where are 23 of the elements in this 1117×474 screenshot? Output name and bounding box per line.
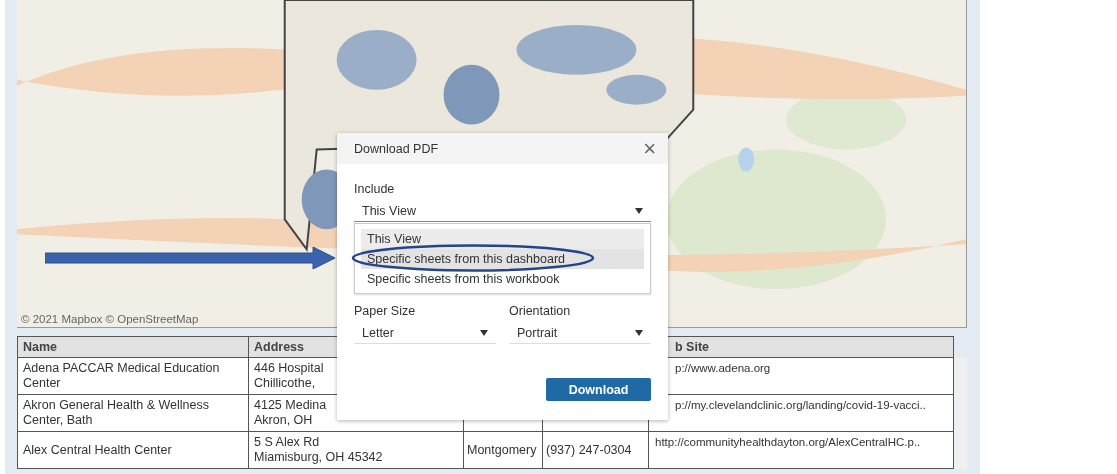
map-attribution: © 2021 Mapbox © OpenStreetMap (21, 313, 199, 325)
orientation-label: Orientation (509, 304, 572, 318)
caret-icon (635, 208, 643, 214)
dialog-title: Download PDF (354, 141, 439, 156)
table-cell: (937) 247-0304 (542, 431, 649, 469)
paper-size-dropdown[interactable]: Letter (354, 324, 496, 344)
download-button[interactable]: Download (546, 378, 651, 401)
table-cell: Akron General Health & Wellness Center, Bath (17, 394, 249, 432)
dropdown-option[interactable]: This View (361, 229, 644, 249)
table-cell: Alex Central Health Center (17, 431, 249, 469)
dropdown-option[interactable]: Specific sheets from this dashboard (361, 249, 644, 269)
paper-size-label: Paper Size (354, 304, 417, 318)
column-header: Name (17, 336, 249, 358)
include-label: Include (354, 182, 396, 196)
table-cell: Montgomery (463, 431, 543, 469)
table-cell: http://communityhealthdayton.org/AlexCentralHC.p.. (648, 431, 954, 469)
scrollbar[interactable] (954, 358, 967, 469)
orientation-dropdown[interactable]: Portrait (509, 324, 651, 344)
include-dropdown[interactable]: This View (354, 202, 651, 222)
close-button[interactable]: × (639, 138, 660, 159)
table-cell: Adena PACCAR Medical Education Center (17, 357, 249, 395)
table-cell: 5 S Alex Rd Miamisburg, OH 45342 (248, 431, 464, 469)
dropdown-option[interactable]: Specific sheets from this workbook (361, 269, 644, 289)
